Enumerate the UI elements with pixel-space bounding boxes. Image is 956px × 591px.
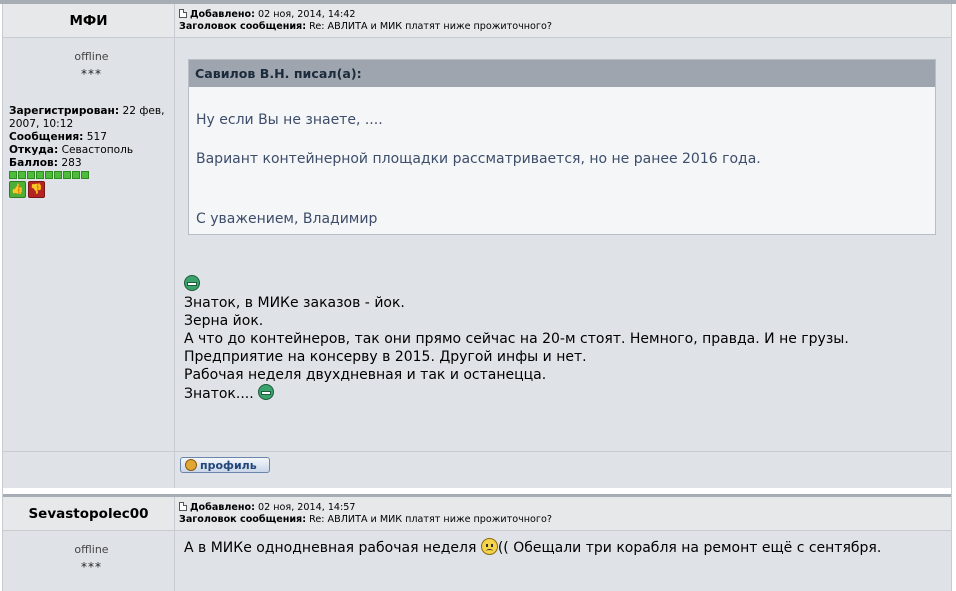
online-status: offline — [74, 50, 109, 63]
added-date: 02 ноя, 2014, 14:42 — [258, 9, 356, 20]
vote-buttons: 👍 👎 — [9, 181, 174, 198]
message-line: Рабочая неделя двухдневная и так и остан… — [184, 367, 547, 383]
post-header: МФИ Добавлено: 02 ноя, 2014, 14:42 Загол… — [3, 4, 951, 38]
user-info: offline *** — [3, 531, 175, 591]
message-line: А что до контейнеров, так они прямо сейч… — [184, 331, 849, 347]
post-content: Савилов В.Н. писал(а): Ну если Вы не зна… — [175, 38, 951, 451]
messages-value: 517 — [86, 131, 108, 143]
added-date: 02 ноя, 2014, 14:57 — [258, 502, 356, 513]
message-line: Знаток.... — [184, 386, 254, 402]
user-details: Зарегистрирован: 22 фев, 2007, 10:12 Соо… — [9, 105, 174, 198]
post-link-icon[interactable] — [179, 502, 187, 511]
rank-stars: *** — [81, 560, 102, 574]
user-icon — [185, 459, 197, 471]
from-value: Севастополь — [61, 144, 134, 156]
grin-smiley-icon — [258, 384, 275, 400]
post-author[interactable]: МФИ — [3, 4, 175, 37]
post-header: Sevastopolec00 Добавлено: 02 ноя, 2014, … — [3, 497, 951, 531]
post-body: offline *** Зарегистрирован: 22 фев, 200… — [3, 38, 951, 451]
thumbs-up-icon[interactable]: 👍 — [9, 181, 26, 198]
post-body: offline *** А в МИКе однодневная рабочая… — [3, 531, 951, 591]
quote-line: Ну если Вы не знаете, .... — [196, 112, 383, 128]
message-line: Предприятие на консерву в 2015. Другой и… — [184, 349, 587, 365]
post-author[interactable]: Sevastopolec00 — [3, 497, 175, 530]
post-footer: профиль — [3, 451, 951, 488]
profile-button-label: профиль — [200, 458, 257, 472]
grin-smiley-icon — [184, 275, 200, 291]
sad-smiley-icon — [480, 538, 498, 555]
post-link-icon[interactable] — [179, 9, 187, 18]
forum-thread: МФИ Добавлено: 02 ноя, 2014, 14:42 Загол… — [2, 4, 952, 591]
subject-label: Заголовок сообщения: — [179, 514, 307, 525]
message-text: Знаток, в МИКе заказов - йок. Зерна йок.… — [184, 275, 936, 402]
subject-label: Заголовок сообщения: — [179, 21, 307, 32]
rank-stars: *** — [81, 67, 102, 81]
message-text: А в МИКе однодневная рабочая неделя — [184, 540, 481, 556]
quote-block: Савилов В.Н. писал(а): Ну если Вы не зна… — [188, 59, 936, 235]
online-status: offline — [74, 543, 109, 556]
from-label: Откуда: — [9, 144, 59, 156]
points-label: Баллов: — [9, 157, 58, 169]
quote-body: Ну если Вы не знаете, .... Вариант конте… — [189, 87, 935, 234]
reputation-bar — [9, 171, 174, 179]
post-meta: Добавлено: 02 ноя, 2014, 14:57 Заголовок… — [175, 497, 951, 530]
subject-text: Re: АВЛИТА и МИК платят ниже прожиточног… — [309, 514, 552, 525]
message-line: Зерна йок. — [184, 313, 264, 329]
thumbs-down-icon[interactable]: 👎 — [28, 181, 45, 198]
quote-line: С уважением, Владимир — [196, 211, 378, 227]
post-content: А в МИКе однодневная рабочая неделя (( О… — [175, 531, 951, 591]
subject-text: Re: АВЛИТА и МИК платят ниже прожиточног… — [309, 21, 552, 32]
profile-button[interactable]: профиль — [180, 457, 270, 473]
user-info: offline *** Зарегистрирован: 22 фев, 200… — [3, 38, 175, 451]
messages-label: Сообщения: — [9, 131, 84, 143]
quote-header: Савилов В.Н. писал(а): — [189, 60, 935, 87]
quote-line: Вариант контейнерной площадки рассматрив… — [196, 151, 761, 167]
message-line: Знаток, в МИКе заказов - йок. — [184, 295, 405, 311]
added-label: Добавлено: — [190, 502, 255, 513]
registered-label: Зарегистрирован: — [9, 105, 120, 117]
points-value: 283 — [61, 157, 82, 169]
post-meta: Добавлено: 02 ноя, 2014, 14:42 Заголовок… — [175, 4, 951, 37]
message-text-continued: (( Обещали три корабля на ремонт ещё с с… — [497, 540, 882, 556]
added-label: Добавлено: — [190, 9, 255, 20]
